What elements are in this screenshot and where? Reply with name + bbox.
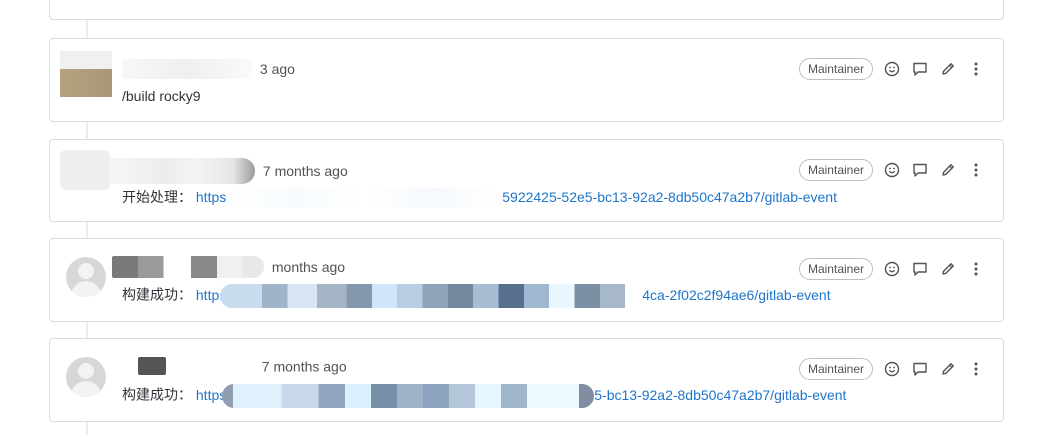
note-item: 3 ago /build rocky9 Maintainer bbox=[49, 38, 1004, 122]
role-badge: Maintainer bbox=[798, 258, 873, 280]
note-item: 7 months ago 构建成功： https 5-bc13-92a2-8db5… bbox=[49, 338, 1004, 422]
vertical-ellipsis-icon[interactable] bbox=[967, 260, 985, 278]
comment-icon[interactable] bbox=[911, 360, 929, 378]
avatar[interactable] bbox=[66, 257, 106, 297]
pencil-icon[interactable] bbox=[939, 360, 957, 378]
role-badge: Maintainer bbox=[798, 358, 873, 380]
pencil-icon[interactable] bbox=[939, 161, 957, 179]
comment-icon[interactable] bbox=[911, 260, 929, 278]
note-meta: 7 months ago bbox=[138, 357, 347, 376]
note-timestamp[interactable]: 3 ago bbox=[260, 61, 295, 77]
avatar[interactable] bbox=[60, 69, 112, 97]
note-timestamp[interactable]: 7 months ago bbox=[262, 358, 347, 374]
note-prefix: 构建成功： bbox=[122, 286, 192, 303]
vertical-ellipsis-icon[interactable] bbox=[967, 60, 985, 78]
note-link[interactable]: https 5922425-52e5-bc13-92a2-8db50c47a2b7… bbox=[196, 188, 837, 209]
note-item: months ago 构建成功： https 4ca-2f02c2f94ae6/g… bbox=[49, 238, 1004, 322]
note-actions: Maintainer bbox=[798, 158, 985, 182]
note-actions: Maintainer bbox=[798, 257, 985, 281]
link-redacted bbox=[220, 284, 643, 308]
smiley-icon[interactable] bbox=[883, 260, 901, 278]
author-name-redacted[interactable] bbox=[110, 158, 255, 184]
note-link[interactable]: https 5-bc13-92a2-8db50c47a2b7/gitlab-eve… bbox=[196, 384, 846, 408]
author-name-redacted[interactable] bbox=[122, 59, 252, 79]
vertical-ellipsis-icon[interactable] bbox=[967, 161, 985, 179]
avatar-redacted-top bbox=[60, 51, 112, 69]
comment-icon[interactable] bbox=[911, 161, 929, 179]
note-link[interactable]: https 4ca-2f02c2f94ae6/gitlab-event bbox=[196, 284, 831, 308]
note-text: /build rocky9 bbox=[122, 88, 201, 104]
link-redacted bbox=[222, 384, 595, 408]
author-name-redacted[interactable] bbox=[112, 256, 264, 278]
note-prefix: 构建成功： bbox=[122, 386, 192, 403]
note-body: 构建成功： https 4ca-2f02c2f94ae6/gitlab-event bbox=[122, 284, 831, 308]
author-name-redacted[interactable] bbox=[138, 357, 166, 376]
note-body: /build rocky9 bbox=[122, 88, 201, 104]
note-actions: Maintainer bbox=[798, 57, 985, 81]
pencil-icon[interactable] bbox=[939, 60, 957, 78]
role-badge: Maintainer bbox=[798, 58, 873, 80]
note-actions: Maintainer bbox=[798, 357, 985, 381]
note-meta: months ago bbox=[112, 256, 345, 278]
avatar[interactable] bbox=[60, 150, 110, 190]
note-timestamp[interactable]: 7 months ago bbox=[263, 163, 348, 179]
smiley-icon[interactable] bbox=[883, 161, 901, 179]
smiley-icon[interactable] bbox=[883, 360, 901, 378]
note-body: 开始处理： https 5922425-52e5-bc13-92a2-8db50c… bbox=[122, 187, 837, 209]
note-meta: 3 ago bbox=[122, 59, 295, 79]
note-timestamp[interactable]: months ago bbox=[272, 259, 345, 275]
note-prefix: 开始处理： bbox=[122, 189, 192, 205]
pencil-icon[interactable] bbox=[939, 260, 957, 278]
comment-icon[interactable] bbox=[911, 60, 929, 78]
smiley-icon[interactable] bbox=[883, 60, 901, 78]
vertical-ellipsis-icon[interactable] bbox=[967, 360, 985, 378]
link-redacted bbox=[226, 188, 503, 209]
note-item: 7 months ago 开始处理： https 5922425-52e5-bc1… bbox=[49, 139, 1004, 222]
note-meta: 7 months ago bbox=[110, 158, 348, 184]
role-badge: Maintainer bbox=[798, 159, 873, 181]
previous-note-partial bbox=[49, 0, 1004, 20]
note-body: 构建成功： https 5-bc13-92a2-8db50c47a2b7/gitl… bbox=[122, 384, 846, 408]
avatar[interactable] bbox=[66, 357, 106, 397]
